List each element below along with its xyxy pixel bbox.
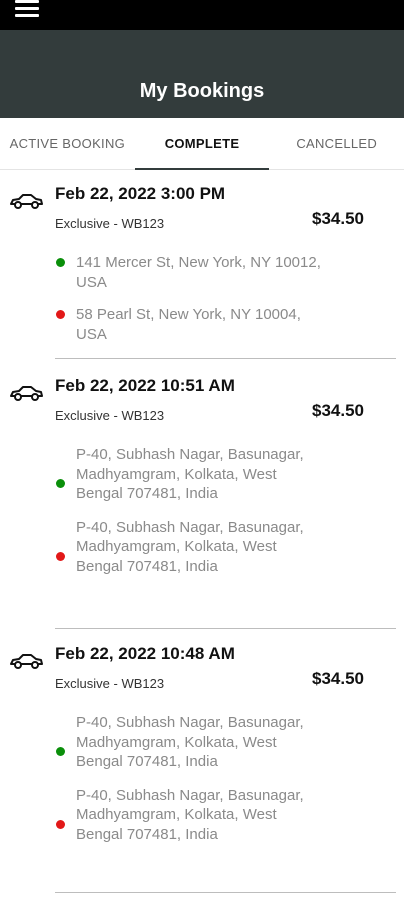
dropoff-address: P-40, Subhash Nagar, Basunagar, Madhyamg… — [55, 786, 325, 845]
booking-price: $34.50 — [312, 401, 364, 420]
divider — [55, 358, 396, 359]
dropoff-address: 58 Pearl St, New York, NY 10004, USA — [55, 305, 325, 344]
pickup-address: P-40, Subhash Nagar, Basunagar, Madhyamg… — [55, 713, 325, 772]
booking-datetime: Feb 22, 2022 3:00 PM — [55, 184, 226, 203]
status-bar — [0, 0, 404, 30]
app-bar: My Bookings — [0, 0, 404, 118]
car-icon — [10, 194, 43, 209]
booking-datetime: Feb 22, 2022 10:48 AM — [55, 644, 235, 663]
booking-tabs: ACTIVE BOOKING COMPLETE CANCELLED — [0, 118, 404, 170]
dropoff-dot-icon — [56, 819, 65, 829]
tab-cancelled[interactable]: CANCELLED — [269, 118, 404, 169]
pickup-dot-icon — [56, 479, 65, 488]
booking-list: Feb 22, 2022 3:00 PM Exclusive - WB123 $… — [0, 170, 404, 900]
booking-item[interactable]: Feb 22, 2022 3:00 PM Exclusive - WB123 $… — [0, 170, 404, 360]
pickup-dot-icon — [56, 258, 65, 267]
dropoff-address: P-40, Subhash Nagar, Basunagar, Madhyamg… — [55, 518, 325, 577]
divider — [55, 628, 396, 629]
tab-complete[interactable]: COMPLETE — [134, 118, 270, 170]
booking-item[interactable]: Feb 22, 2022 10:48 AM Exclusive - WB123 … — [0, 630, 404, 900]
page-title: My Bookings — [139, 80, 265, 102]
pickup-dot-icon — [56, 747, 65, 756]
divider — [55, 892, 396, 893]
car-icon — [10, 386, 43, 401]
dropoff-dot-icon — [56, 551, 65, 561]
pickup-address: P-40, Subhash Nagar, Basunagar, Madhyamg… — [55, 445, 325, 504]
dropoff-dot-icon — [56, 310, 65, 319]
pickup-address: 141 Mercer St, New York, NY 10012, USA — [55, 253, 325, 292]
booking-item[interactable]: Feb 22, 2022 10:51 AM Exclusive - WB123 … — [0, 360, 404, 630]
booking-price: $34.50 — [312, 669, 364, 688]
tab-active-booking[interactable]: ACTIVE BOOKING — [0, 118, 135, 169]
booking-price: $34.50 — [312, 209, 364, 228]
hamburger-menu-icon[interactable] — [15, 0, 39, 20]
car-icon — [10, 654, 43, 669]
booking-datetime: Feb 22, 2022 10:51 AM — [55, 376, 235, 395]
